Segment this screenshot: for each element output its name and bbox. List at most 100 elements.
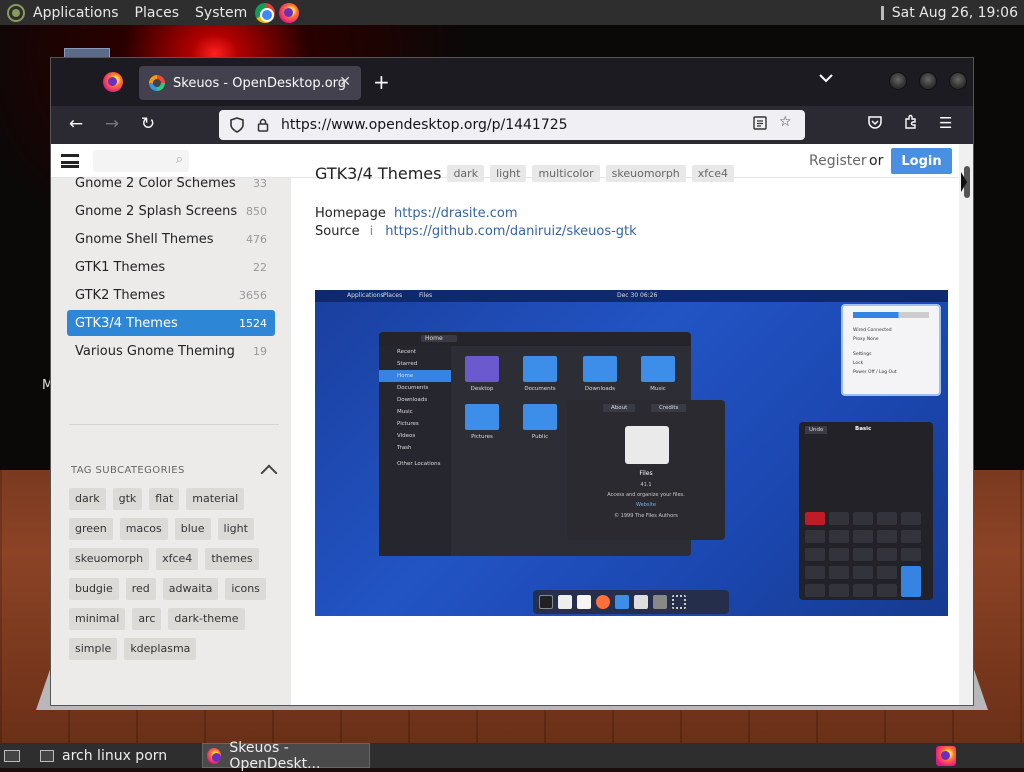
preview-calc-key (829, 584, 849, 597)
preview-terminal-icon (539, 595, 553, 609)
new-tab-icon[interactable]: + (373, 70, 390, 94)
taskbar-item-firefox[interactable]: Skeuos - OpenDeskt... (202, 740, 370, 772)
preview-calc-key (853, 566, 873, 579)
category-gtk34-themes[interactable]: GTK3/4 Themes 1524 (67, 310, 275, 336)
tag-chip[interactable]: red (125, 578, 156, 600)
chrome-launcher-icon[interactable] (255, 2, 276, 23)
source-link[interactable]: https://github.com/daniruiz/skeuos-gtk (385, 224, 636, 239)
preview-fm-sidebar: Recent Starred Home Documents Downloads … (379, 346, 451, 556)
tag-chip[interactable]: dark (69, 488, 106, 510)
chevron-up-icon[interactable] (261, 462, 275, 476)
reader-view-icon[interactable] (753, 116, 767, 134)
tag-chip[interactable]: light (217, 518, 254, 540)
clock[interactable]: Sat Aug 26, 19:06 (880, 5, 1018, 21)
tag-chip[interactable]: budgie (69, 578, 119, 600)
tab-close-icon[interactable]: ✕ (339, 74, 351, 90)
tag-chip[interactable]: green (69, 518, 113, 540)
menu-applications[interactable]: Applications (33, 5, 119, 21)
lock-icon[interactable] (255, 117, 271, 133)
firefox-view-icon[interactable] (103, 72, 123, 92)
product-category-header: GTK3/4 Themes dark light multicolor skeu… (315, 164, 734, 183)
preview-sidebar-item: Music (397, 409, 413, 415)
distro-logo-icon[interactable] (7, 3, 25, 22)
preview-calc-key (901, 548, 921, 561)
tag-chip[interactable]: macos (119, 518, 168, 540)
preview-sidebar-item: Trash (397, 445, 412, 451)
category-label: GTK3/4 Themes (75, 315, 178, 331)
close-window-button[interactable] (949, 72, 967, 90)
tag-chip[interactable]: adwaita (162, 578, 219, 600)
category-label: Gnome 2 Color Schemes (75, 175, 236, 191)
search-icon[interactable]: ⌕ (176, 152, 183, 167)
category-gtk2-themes[interactable]: GTK2 Themes 3656 (67, 282, 275, 308)
tag-chip[interactable]: icons (225, 578, 266, 600)
taskbar-item-label: Skeuos - OpenDeskt... (229, 739, 321, 772)
source-label: Source (315, 224, 360, 239)
category-gtk1-themes[interactable]: GTK1 Themes 22 (67, 254, 275, 280)
preview-calc-key (805, 566, 825, 579)
tab-skeuos[interactable]: Skeuos - OpenDesktop.org ✕ (139, 66, 361, 100)
preview-topbar-places: Places (383, 292, 403, 299)
preview-calc-equals-key (901, 566, 921, 597)
tag-chip[interactable]: flat (149, 488, 180, 510)
login-button[interactable]: Login (891, 148, 952, 174)
preview-topbar: Applications Places Files Dec 30 06:26 (315, 290, 948, 302)
preview-folder-icon (523, 404, 557, 430)
extensions-puzzle-icon[interactable] (903, 114, 919, 134)
product-category-title: GTK3/4 Themes (315, 164, 442, 183)
page-scrollbar[interactable] (959, 144, 973, 705)
category-gnome2-color-schemes[interactable]: Gnome 2 Color Schemes 33 (67, 170, 275, 196)
preview-folder-icon (523, 356, 557, 382)
preview-sidebar-item: Documents (397, 385, 429, 391)
category-gnome2-splash-screens[interactable]: Gnome 2 Splash Screens 850 (67, 198, 275, 224)
info-icon[interactable]: i (370, 224, 373, 238)
tag-chip[interactable]: arc (132, 608, 162, 630)
menu-system[interactable]: System (195, 5, 247, 21)
theme-screenshot-preview[interactable]: Applications Places Files Dec 30 06:26 H… (315, 290, 948, 616)
maximize-button[interactable] (919, 72, 937, 90)
tag-chip[interactable]: skeuomorph (69, 548, 150, 570)
site-menu-icon[interactable] (61, 154, 79, 168)
category-gnome-shell-themes[interactable]: Gnome Shell Themes 476 (67, 226, 275, 252)
shield-icon[interactable] (229, 117, 245, 133)
tag-chip[interactable]: xfce4 (156, 548, 199, 570)
product-tag[interactable]: multicolor (532, 165, 600, 182)
preview-sidebar-item: Home (379, 370, 451, 382)
minimize-button[interactable] (889, 72, 907, 90)
homepage-link[interactable]: https://drasite.com (394, 206, 518, 221)
taskbar-item-terminal[interactable]: arch linux porn (36, 743, 198, 768)
tag-chip[interactable]: simple (69, 638, 118, 660)
category-label: GTK1 Themes (75, 259, 166, 275)
star-icon[interactable]: ☆ (779, 114, 792, 130)
product-tag[interactable]: dark (447, 165, 485, 182)
site-search-input[interactable]: ⌕ (93, 150, 189, 172)
product-tag[interactable]: xfce4 (691, 165, 734, 182)
category-count: 1524 (239, 316, 267, 330)
product-tag[interactable]: light (490, 165, 527, 182)
category-various-gnome-theming[interactable]: Various Gnome Theming 19 (67, 338, 275, 364)
category-label: GTK2 Themes (75, 287, 166, 303)
forward-arrow-icon[interactable]: → (101, 114, 123, 134)
preview-about-dialog: About Credits Files 41.1 Access and orga… (567, 400, 725, 540)
tag-chip[interactable]: dark-theme (168, 608, 245, 630)
tag-chip[interactable]: gtk (112, 488, 143, 510)
homepage-label: Homepage (315, 206, 386, 221)
tray-firefox-icon[interactable] (936, 743, 960, 768)
tag-chip[interactable]: minimal (69, 608, 126, 630)
product-tag[interactable]: skeuomorph (605, 165, 686, 182)
tag-chip[interactable]: themes (205, 548, 259, 570)
menu-places[interactable]: Places (135, 5, 180, 21)
show-desktop-icon[interactable] (4, 743, 28, 768)
firefox-launcher-icon[interactable] (279, 2, 300, 23)
list-all-tabs-icon[interactable] (819, 71, 833, 87)
app-menu-icon[interactable]: ☰ (939, 114, 952, 132)
category-sidebar: Gnome 2 Color Schemes 33 Gnome 2 Splash … (51, 176, 291, 705)
url-bar[interactable]: https://www.opendesktop.org/p/1441725 ☆ (219, 110, 805, 140)
back-arrow-icon[interactable]: ← (65, 114, 87, 134)
tag-chip[interactable]: blue (174, 518, 211, 540)
pocket-icon[interactable] (867, 114, 883, 134)
tag-chip[interactable]: kdeplasma (124, 638, 197, 660)
reload-icon[interactable]: ↻ (137, 114, 159, 134)
register-link[interactable]: Register (809, 153, 867, 169)
tag-chip[interactable]: material (186, 488, 245, 510)
